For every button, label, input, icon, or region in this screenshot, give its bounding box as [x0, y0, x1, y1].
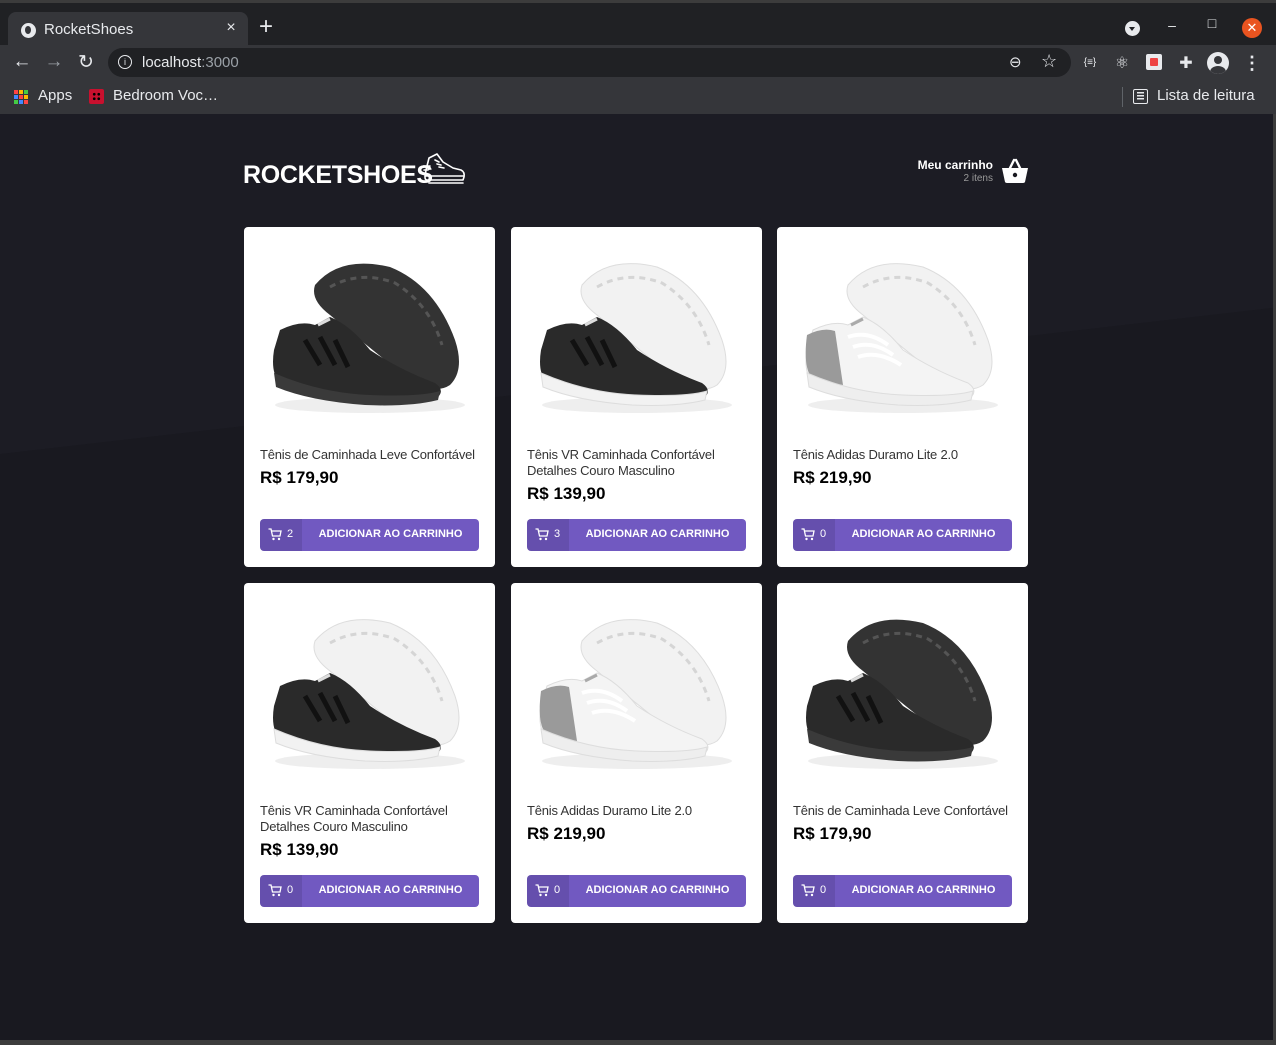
- cart-add-icon: [801, 884, 815, 900]
- menu-kebab-icon[interactable]: ⋮: [1243, 53, 1261, 74]
- product-price: R$ 179,90: [260, 468, 339, 487]
- quantity-value: 2: [287, 528, 294, 540]
- add-to-cart-button[interactable]: 3 ADICIONAR AO CARRINHO: [527, 519, 746, 551]
- add-to-cart-button[interactable]: 0 ADICIONAR AO CARRINHO: [527, 875, 746, 907]
- cart-quantity: 0: [260, 875, 302, 907]
- reload-icon[interactable]: ↻: [74, 51, 98, 74]
- reading-list-button[interactable]: Lista de leitura: [1157, 87, 1255, 104]
- json-viewer-extension-icon[interactable]: {≡}: [1081, 57, 1099, 68]
- product-name: Tênis VR Caminhada Confortável Detalhes …: [527, 447, 715, 478]
- sneaker-logo-icon: [423, 153, 465, 184]
- bookmark-apps[interactable]: Apps: [38, 87, 72, 104]
- add-to-cart-label: ADICIONAR AO CARRINHO: [585, 884, 730, 896]
- cart-count: 2 itens: [963, 173, 993, 184]
- bookmark-star-icon[interactable]: ☆: [1041, 51, 1057, 72]
- window-edge: [0, 1040, 1276, 1045]
- product-price: R$ 179,90: [793, 824, 872, 843]
- add-to-cart-label: ADICIONAR AO CARRINHO: [851, 528, 996, 540]
- add-to-cart-button[interactable]: 2 ADICIONAR AO CARRINHO: [260, 519, 479, 551]
- product-card: Tênis Adidas Duramo Lite 2.0 R$ 219,90 0…: [511, 583, 762, 923]
- cart-link[interactable]: Meu carrinho 2 itens: [904, 158, 1029, 186]
- cart-quantity: 2: [260, 519, 302, 551]
- profile-avatar-icon[interactable]: [1207, 52, 1229, 74]
- quantity-value: 0: [820, 884, 827, 896]
- quantity-value: 0: [287, 884, 294, 896]
- product-image: [803, 261, 1000, 415]
- product-image: [260, 601, 479, 801]
- maximize-button[interactable]: □: [1202, 15, 1222, 31]
- cart-add-icon: [268, 884, 282, 900]
- shopping-basket-icon: [1002, 158, 1028, 183]
- product-image: [537, 617, 734, 771]
- product-image: [527, 245, 746, 445]
- product-image: [260, 245, 479, 445]
- product-name: Tênis VR Caminhada Confortável Detalhes …: [260, 803, 448, 834]
- back-arrow-icon[interactable]: ←: [10, 51, 34, 73]
- quantity-value: 0: [554, 884, 561, 896]
- bedroom-favicon-icon: [89, 89, 104, 104]
- cart-add-icon: [801, 528, 815, 544]
- product-name: Tênis Adidas Duramo Lite 2.0: [793, 447, 958, 462]
- minimize-button[interactable]: –: [1162, 17, 1182, 33]
- cart-quantity: 0: [527, 875, 569, 907]
- site-logo[interactable]: ROCKETSHOES: [243, 161, 433, 190]
- product-card: Tênis VR Caminhada Confortável Detalhes …: [511, 227, 762, 567]
- page-content: ROCKETSHOES Meu carrinho 2 itens Tênis d…: [0, 114, 1273, 1040]
- cart-quantity: 3: [527, 519, 569, 551]
- add-to-cart-label: ADICIONAR AO CARRINHO: [851, 884, 996, 896]
- add-to-cart-button[interactable]: 0 ADICIONAR AO CARRINHO: [793, 519, 1012, 551]
- add-to-cart-button[interactable]: 0 ADICIONAR AO CARRINHO: [793, 875, 1012, 907]
- product-price: R$ 139,90: [260, 840, 339, 859]
- forward-arrow-icon[interactable]: →: [42, 51, 66, 73]
- product-card: Tênis de Caminhada Leve Confortável R$ 1…: [244, 227, 495, 567]
- url-host: localhost: [142, 54, 202, 71]
- reading-list-icon: [1133, 89, 1148, 104]
- bookmarks-bar: Apps Bedroom Voc… Lista de leitura: [0, 81, 1276, 114]
- quantity-value: 3: [554, 528, 561, 540]
- add-to-cart-label: ADICIONAR AO CARRINHO: [585, 528, 730, 540]
- tab-search-icon[interactable]: [1125, 21, 1140, 36]
- title-bar: RocketShoes × + – □ ✕: [0, 0, 1276, 48]
- cart-quantity: 0: [793, 519, 835, 551]
- quantity-value: 0: [820, 528, 827, 540]
- site-info-icon[interactable]: i: [118, 55, 132, 69]
- product-name: Tênis Adidas Duramo Lite 2.0: [527, 803, 692, 818]
- url-text[interactable]: localhost:3000: [142, 54, 239, 71]
- browser-toolbar: ← → ↻ i localhost:3000 ⊖ ☆ {≡} ⚛ ✚ ⋮: [0, 45, 1276, 81]
- browser-chrome: RocketShoes × + – □ ✕ ← → ↻ i localhost:…: [0, 0, 1276, 114]
- add-to-cart-label: ADICIONAR AO CARRINHO: [318, 528, 463, 540]
- bookmark-separator: [1122, 87, 1123, 107]
- new-tab-button[interactable]: +: [259, 15, 273, 39]
- url-port: :3000: [201, 54, 239, 71]
- product-price: R$ 219,90: [793, 468, 872, 487]
- close-window-button[interactable]: ✕: [1242, 18, 1262, 38]
- product-name: Tênis de Caminhada Leve Confortável: [260, 447, 475, 462]
- cart-add-icon: [268, 528, 282, 544]
- cart-label: Meu carrinho: [917, 158, 993, 172]
- react-devtools-icon[interactable]: ⚛: [1113, 53, 1131, 73]
- apps-grid-icon: [14, 90, 29, 105]
- bookmark-bedroom[interactable]: Bedroom Voc…: [113, 87, 218, 104]
- add-to-cart-label: ADICIONAR AO CARRINHO: [318, 884, 463, 896]
- add-to-cart-button[interactable]: 0 ADICIONAR AO CARRINHO: [260, 875, 479, 907]
- cart-quantity: 0: [793, 875, 835, 907]
- product-card: Tênis de Caminhada Leve Confortável R$ 1…: [777, 583, 1028, 923]
- cart-add-icon: [535, 528, 549, 544]
- tab-title: RocketShoes: [44, 21, 134, 38]
- product-image: [793, 601, 1012, 801]
- product-price: R$ 139,90: [527, 484, 606, 503]
- cart-add-icon: [535, 884, 549, 900]
- globe-icon: [21, 23, 36, 38]
- address-bar[interactable]: i localhost:3000 ⊖ ☆: [108, 48, 1071, 77]
- tab-close-button[interactable]: ×: [222, 19, 240, 37]
- extension-badge-icon[interactable]: [1146, 54, 1162, 70]
- zoom-icon[interactable]: ⊖: [1009, 53, 1022, 71]
- product-card: Tênis VR Caminhada Confortável Detalhes …: [244, 583, 495, 923]
- puzzle-extensions-icon[interactable]: ✚: [1177, 53, 1195, 73]
- product-name: Tênis de Caminhada Leve Confortável: [793, 803, 1008, 818]
- browser-tab[interactable]: RocketShoes ×: [8, 12, 248, 48]
- product-price: R$ 219,90: [527, 824, 606, 843]
- product-card: Tênis Adidas Duramo Lite 2.0 R$ 219,90 0…: [777, 227, 1028, 567]
